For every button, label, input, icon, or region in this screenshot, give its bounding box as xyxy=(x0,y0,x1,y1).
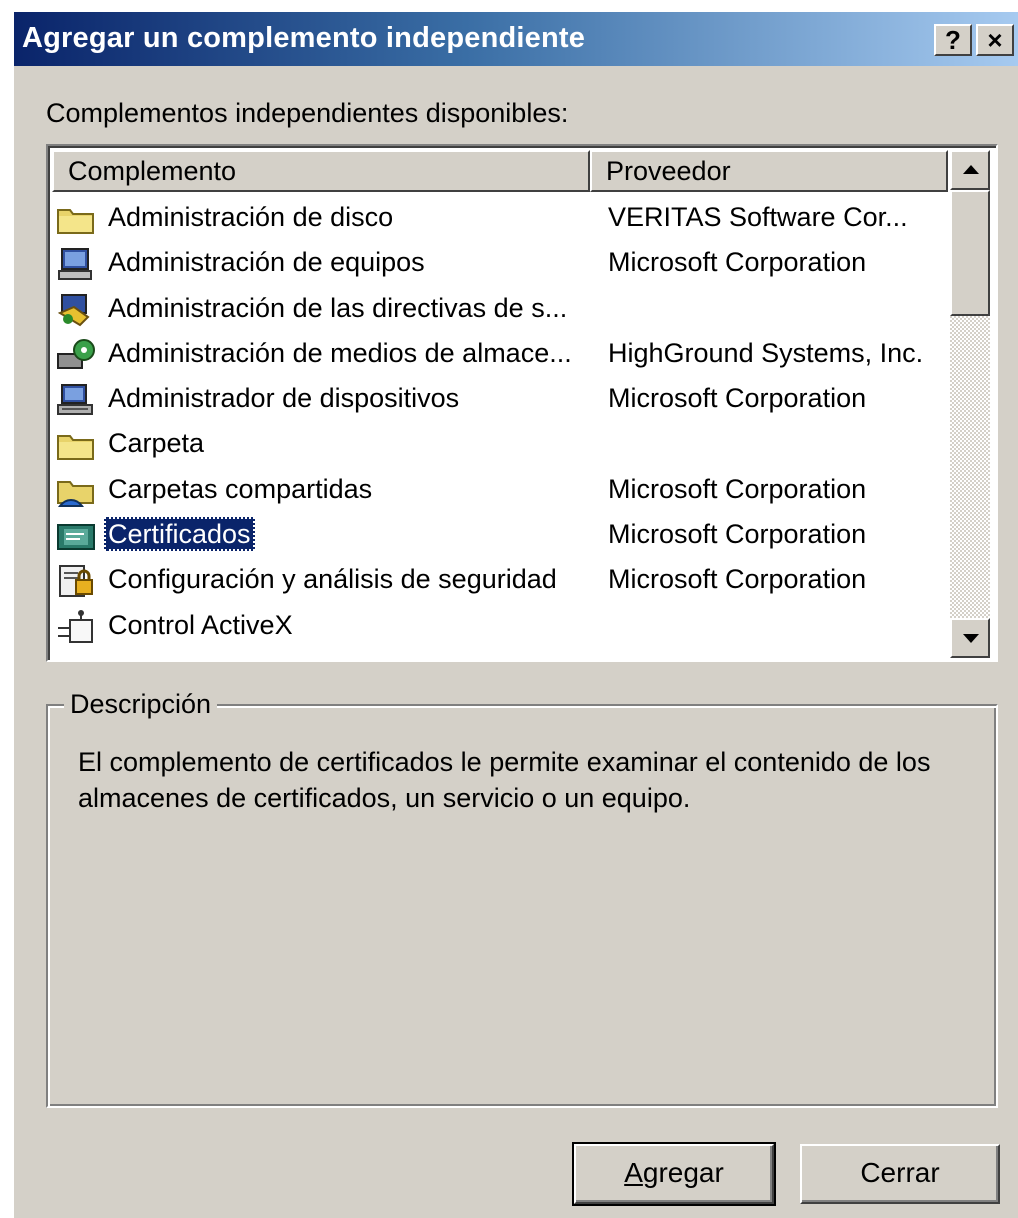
description-legend: Descripción xyxy=(64,684,218,724)
column-header-proveedor[interactable]: Proveedor xyxy=(590,150,948,192)
list-item[interactable]: Certificados Microsoft Corporation xyxy=(52,513,948,558)
list-item-vendor: Microsoft Corporation xyxy=(608,564,867,595)
device-manager-icon xyxy=(56,383,96,417)
arrow-up-icon xyxy=(963,165,979,174)
list-item-name: Administración de equipos xyxy=(108,247,425,278)
title-bar[interactable]: Agregar un complemento independiente ? × xyxy=(14,12,1018,66)
security-config-icon xyxy=(56,564,96,598)
list-item-name: Administración de disco xyxy=(108,202,394,232)
list-item[interactable]: Control ActiveX xyxy=(52,604,948,649)
list-item[interactable]: Administración de equipos Microsoft Corpo… xyxy=(52,241,948,286)
vertical-scrollbar[interactable] xyxy=(950,150,990,658)
column-header-complemento[interactable]: Complemento xyxy=(52,150,590,192)
scroll-down-button[interactable] xyxy=(950,618,990,658)
list-item-vendor: Microsoft Corporation xyxy=(608,519,867,550)
scroll-thumb[interactable] xyxy=(950,190,990,316)
dialog-title: Agregar un complemento independiente xyxy=(22,22,586,54)
list-item[interactable]: Administrador de dispositivos Microsoft C… xyxy=(52,377,948,422)
list-item-name: Administración de medios de almace... xyxy=(108,337,572,368)
certificates-icon xyxy=(56,519,96,553)
add-button-accelerator: A xyxy=(624,1157,643,1188)
snapin-list[interactable]: Complemento Proveedor Administración de … xyxy=(46,144,998,662)
folder-icon xyxy=(56,428,96,462)
list-item[interactable]: Carpeta xyxy=(52,422,948,467)
computer-management-icon xyxy=(56,247,96,281)
shared-folder-icon xyxy=(56,474,96,508)
activex-icon xyxy=(56,609,96,644)
folder-icon xyxy=(56,202,96,236)
add-button-label: gregar xyxy=(642,1157,724,1188)
list-item-name: Administración de las directivas de s... xyxy=(108,292,568,323)
list-item-name: Administrador de dispositivos xyxy=(108,383,460,414)
list-item[interactable]: Administración de medios de almace... Hig… xyxy=(52,332,948,377)
scroll-up-button[interactable] xyxy=(950,150,990,190)
list-item[interactable]: Administración de las directivas de s... xyxy=(52,287,948,332)
available-snapins-label: Complementos independientes disponibles: xyxy=(46,98,569,128)
list-item-vendor: VERITAS Software Cor... xyxy=(608,202,908,232)
list-rows: Administración de disco VERITAS Software … xyxy=(52,196,948,649)
list-item-name: Certificados xyxy=(104,517,255,552)
help-button[interactable]: ? xyxy=(934,24,972,56)
list-item-name: Carpetas compartidas xyxy=(108,473,373,504)
description-group: Descripción El complemento de certificad… xyxy=(46,684,998,1108)
list-item[interactable]: Carpetas compartidas Microsoft Corporatio… xyxy=(52,468,948,513)
list-item-vendor: Microsoft Corporation xyxy=(608,383,867,414)
list-item[interactable]: Administración de disco VERITAS Software … xyxy=(52,196,948,241)
close-button[interactable]: Cerrar xyxy=(800,1144,1000,1204)
list-item-vendor: HighGround Systems, Inc. xyxy=(608,337,924,368)
storage-media-icon xyxy=(56,338,96,372)
add-button[interactable]: Agregar xyxy=(572,1142,776,1206)
list-item-name: Control ActiveX xyxy=(108,609,293,640)
list-item-vendor: Microsoft Corporation xyxy=(608,247,867,278)
list-item-name: Configuración y análisis de seguridad xyxy=(108,564,557,595)
list-item[interactable]: Configuración y análisis de seguridad Mic… xyxy=(52,558,948,603)
arrow-down-icon xyxy=(963,634,979,643)
list-item-vendor: Microsoft Corporation xyxy=(608,473,867,504)
close-window-button[interactable]: × xyxy=(976,24,1014,56)
add-snapin-dialog: Agregar un complemento independiente ? ×… xyxy=(12,10,1018,1218)
policy-icon xyxy=(56,293,96,327)
list-header: Complemento Proveedor xyxy=(52,150,948,192)
description-text: El complemento de certificados le permit… xyxy=(78,747,931,813)
list-item-name: Carpeta xyxy=(108,428,205,459)
